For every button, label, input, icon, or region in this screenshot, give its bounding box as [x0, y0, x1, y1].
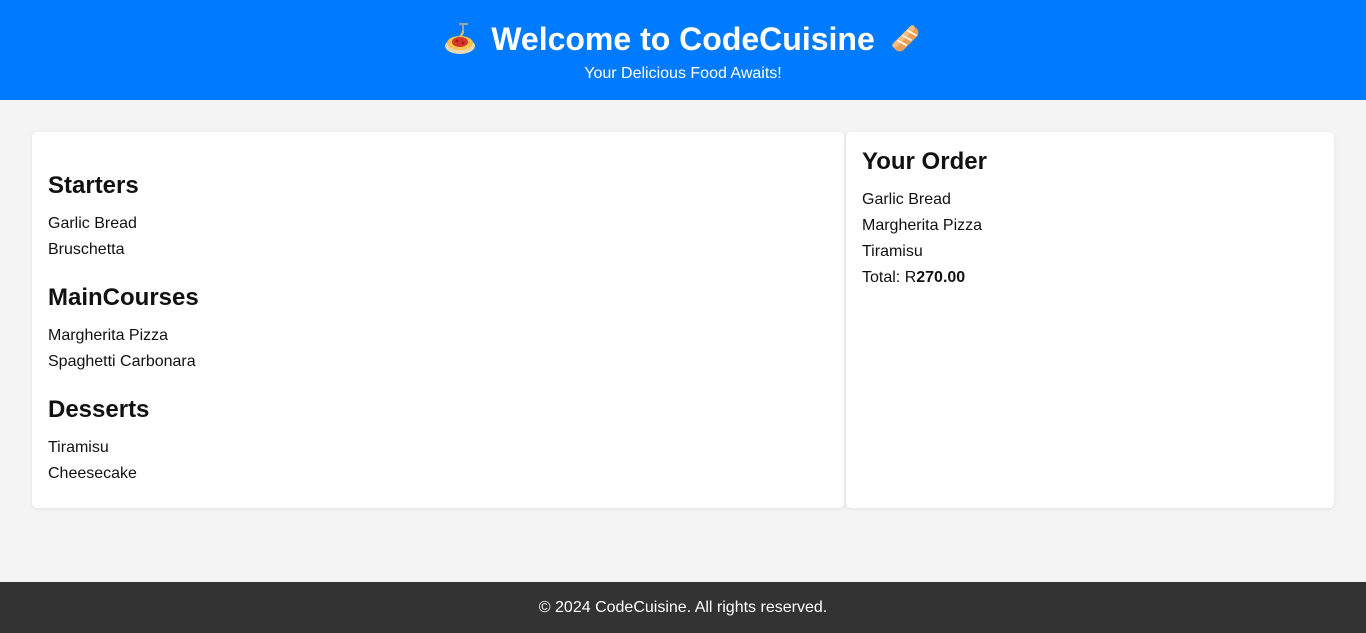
- order-total-label: Total: R: [862, 269, 917, 286]
- order-total: Total: R270.00: [862, 268, 965, 288]
- spaghetti-icon: [445, 23, 476, 54]
- section-title-main-courses: MainCourses: [48, 284, 199, 311]
- order-item: Garlic Bread: [862, 191, 951, 208]
- order-item: Tiramisu: [862, 243, 923, 260]
- page-header: Welcome to CodeCuisine Your Delicious Fo…: [0, 0, 1366, 100]
- section-title-starters: Starters: [48, 172, 139, 199]
- order-total-amount: 270.00: [916, 269, 966, 286]
- section-title-desserts: Desserts: [48, 396, 150, 423]
- footer-text: © 2024 CodeCuisine. All rights reserved.: [538, 599, 828, 616]
- page-footer: © 2024 CodeCuisine. All rights reserved.: [0, 582, 1366, 633]
- baguette-icon: [892, 25, 919, 52]
- order-item: Margherita Pizza: [862, 217, 983, 234]
- menu-item[interactable]: Cheesecake: [48, 464, 137, 484]
- menu-item[interactable]: Garlic Bread: [48, 214, 137, 234]
- page-title: Welcome to CodeCuisine: [491, 21, 875, 57]
- order-title: Your Order: [862, 148, 987, 175]
- page-subtitle: Your Delicious Food Awaits!: [584, 65, 782, 82]
- order-panel: Your Order Garlic Bread Margherita Pizza…: [846, 132, 1334, 508]
- menu-item[interactable]: Spaghetti Carbonara: [48, 352, 196, 372]
- header-title-row: Welcome to CodeCuisine: [0, 18, 1366, 60]
- menu-item[interactable]: Tiramisu: [48, 438, 109, 458]
- menu-item[interactable]: Bruschetta: [48, 240, 124, 260]
- menu-item[interactable]: Margherita Pizza: [48, 326, 168, 346]
- menu-panel: Starters Garlic Bread Bruschetta MainCou…: [32, 132, 844, 508]
